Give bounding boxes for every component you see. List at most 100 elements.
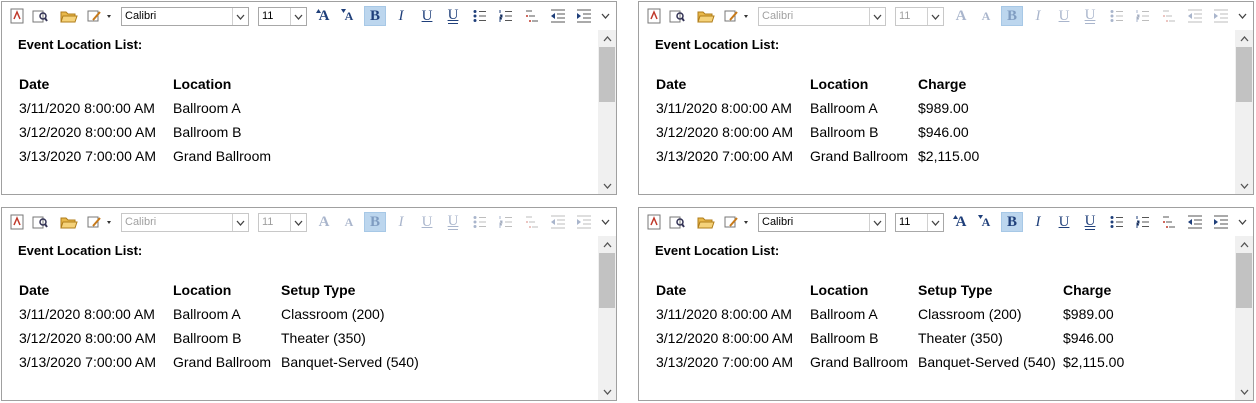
- numbering-icon[interactable]: [495, 212, 517, 232]
- scroll-thumb[interactable]: [599, 47, 615, 102]
- font-size-combo[interactable]: 11: [258, 7, 307, 26]
- insert-file-icon[interactable]: [643, 6, 665, 26]
- grow-font-icon[interactable]: A: [950, 212, 972, 232]
- italic-icon[interactable]: I: [1027, 212, 1049, 232]
- open-folder-icon[interactable]: [58, 212, 80, 232]
- vertical-scrollbar[interactable]: [598, 30, 616, 194]
- double-underline-icon[interactable]: U: [442, 6, 464, 26]
- edit-dropdown-icon[interactable]: [86, 212, 114, 232]
- font-size-combo[interactable]: 11: [258, 213, 307, 232]
- vertical-scrollbar[interactable]: [598, 236, 616, 400]
- document-content[interactable]: Event Location List: Date Location Setup…: [655, 240, 1233, 396]
- italic-icon[interactable]: I: [1027, 6, 1049, 26]
- vertical-scrollbar[interactable]: [1235, 236, 1253, 400]
- insert-file-icon[interactable]: [6, 212, 28, 232]
- shrink-font-icon[interactable]: A: [338, 212, 360, 232]
- underline-icon[interactable]: U: [1053, 212, 1075, 232]
- insert-file-icon[interactable]: [6, 6, 28, 26]
- grow-font-icon[interactable]: A: [950, 6, 972, 26]
- font-name-combo[interactable]: Calibri: [758, 7, 886, 26]
- insert-file-icon[interactable]: [643, 212, 665, 232]
- document-content[interactable]: Event Location List: Date Location Setup…: [18, 240, 596, 396]
- numbering-icon[interactable]: [1132, 212, 1154, 232]
- increase-indent-icon[interactable]: [1210, 212, 1232, 232]
- chevron-down-icon[interactable]: [869, 214, 885, 231]
- vertical-scrollbar[interactable]: [1235, 30, 1253, 194]
- scroll-thumb[interactable]: [599, 253, 615, 308]
- bold-icon[interactable]: B: [364, 6, 386, 26]
- document-content[interactable]: Event Location List: Date Location 3/11/…: [18, 34, 596, 190]
- bold-icon[interactable]: B: [364, 212, 386, 232]
- document-content[interactable]: Event Location List: Date Location Charg…: [655, 34, 1233, 190]
- chevron-down-icon[interactable]: [869, 8, 885, 25]
- scroll-up-icon[interactable]: [1235, 30, 1253, 47]
- font-name-combo[interactable]: Calibri: [758, 213, 886, 232]
- preview-icon[interactable]: [666, 6, 688, 26]
- decrease-indent-icon[interactable]: [547, 6, 569, 26]
- font-size-combo[interactable]: 11: [895, 213, 944, 232]
- increase-indent-icon[interactable]: [573, 212, 595, 232]
- open-folder-icon[interactable]: [695, 6, 717, 26]
- more-chevron-icon[interactable]: [1233, 212, 1251, 232]
- bold-icon[interactable]: B: [1001, 212, 1023, 232]
- numbering-icon[interactable]: [1132, 6, 1154, 26]
- scroll-up-icon[interactable]: [1235, 236, 1253, 253]
- double-underline-icon[interactable]: U: [442, 212, 464, 232]
- scroll-up-icon[interactable]: [598, 30, 616, 47]
- multilevel-list-icon[interactable]: [521, 6, 543, 26]
- shrink-font-icon[interactable]: A: [338, 6, 360, 26]
- chevron-down-icon[interactable]: [927, 8, 943, 25]
- scroll-up-icon[interactable]: [598, 236, 616, 253]
- font-name-combo[interactable]: Calibri: [121, 7, 249, 26]
- decrease-indent-icon[interactable]: [1184, 212, 1206, 232]
- edit-dropdown-icon[interactable]: [86, 6, 114, 26]
- increase-indent-icon[interactable]: [573, 6, 595, 26]
- numbering-icon[interactable]: [495, 6, 517, 26]
- italic-icon[interactable]: I: [390, 6, 412, 26]
- underline-icon[interactable]: U: [1053, 6, 1075, 26]
- font-name-combo[interactable]: Calibri: [121, 213, 249, 232]
- chevron-down-icon[interactable]: [290, 8, 306, 25]
- decrease-indent-icon[interactable]: [1184, 6, 1206, 26]
- grow-font-icon[interactable]: A: [313, 6, 335, 26]
- open-folder-icon[interactable]: [695, 212, 717, 232]
- scroll-down-icon[interactable]: [1235, 177, 1253, 194]
- underline-icon[interactable]: U: [416, 6, 438, 26]
- more-chevron-icon[interactable]: [596, 6, 614, 26]
- increase-indent-icon[interactable]: [1210, 6, 1232, 26]
- multilevel-list-icon[interactable]: [1158, 212, 1180, 232]
- font-size-combo[interactable]: 11: [895, 7, 944, 26]
- edit-dropdown-icon[interactable]: [723, 6, 751, 26]
- scroll-down-icon[interactable]: [598, 177, 616, 194]
- shrink-font-icon[interactable]: A: [975, 6, 997, 26]
- double-underline-icon[interactable]: U: [1079, 6, 1101, 26]
- shrink-font-icon[interactable]: A: [975, 212, 997, 232]
- double-underline-icon[interactable]: U: [1079, 212, 1101, 232]
- scroll-thumb[interactable]: [1236, 253, 1252, 308]
- preview-icon[interactable]: [29, 6, 51, 26]
- bullets-icon[interactable]: [469, 6, 491, 26]
- more-chevron-icon[interactable]: [596, 212, 614, 232]
- chevron-down-icon[interactable]: [927, 214, 943, 231]
- bullets-icon[interactable]: [469, 212, 491, 232]
- chevron-down-icon[interactable]: [232, 214, 248, 231]
- scroll-thumb[interactable]: [1236, 47, 1252, 102]
- bullets-icon[interactable]: [1106, 212, 1128, 232]
- scroll-down-icon[interactable]: [598, 383, 616, 400]
- edit-dropdown-icon[interactable]: [723, 212, 751, 232]
- italic-icon[interactable]: I: [390, 212, 412, 232]
- open-folder-icon[interactable]: [58, 6, 80, 26]
- preview-icon[interactable]: [29, 212, 51, 232]
- multilevel-list-icon[interactable]: [521, 212, 543, 232]
- decrease-indent-icon[interactable]: [547, 212, 569, 232]
- preview-icon[interactable]: [666, 212, 688, 232]
- chevron-down-icon[interactable]: [232, 8, 248, 25]
- multilevel-list-icon[interactable]: [1158, 6, 1180, 26]
- underline-icon[interactable]: U: [416, 212, 438, 232]
- scroll-down-icon[interactable]: [1235, 383, 1253, 400]
- grow-font-icon[interactable]: A: [313, 212, 335, 232]
- bold-icon[interactable]: B: [1001, 6, 1023, 26]
- bullets-icon[interactable]: [1106, 6, 1128, 26]
- more-chevron-icon[interactable]: [1233, 6, 1251, 26]
- chevron-down-icon[interactable]: [290, 214, 306, 231]
